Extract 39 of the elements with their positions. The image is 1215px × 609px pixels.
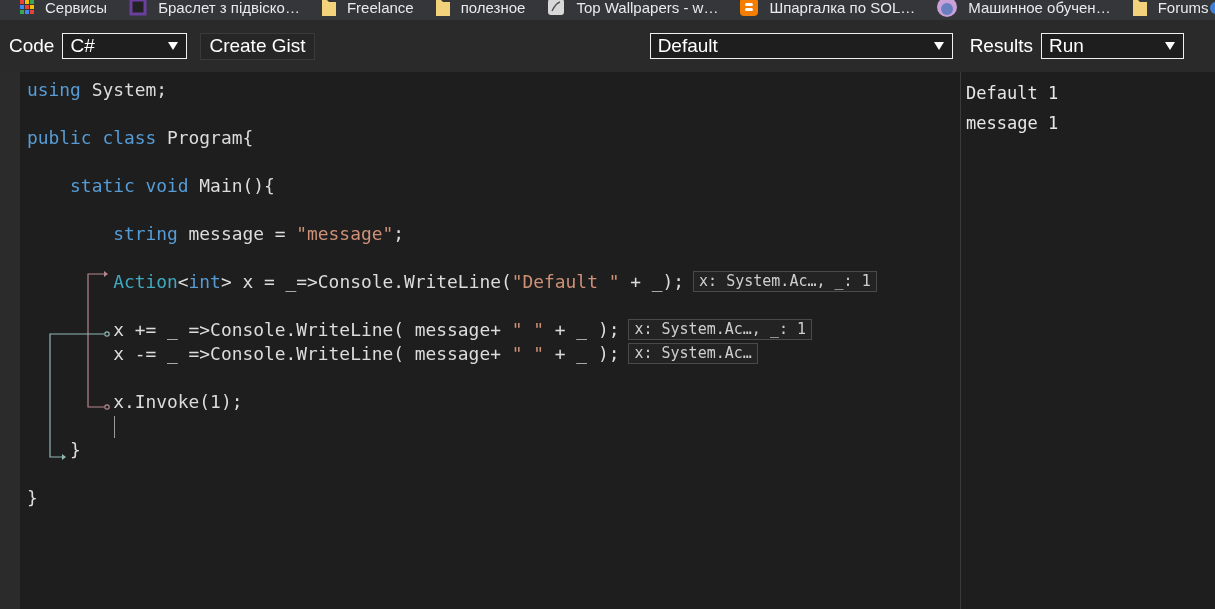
mode-select[interactable]: Default	[649, 33, 953, 59]
apps-grid-icon	[20, 0, 34, 14]
bookmark-link[interactable]: Сервисы	[20, 0, 108, 17]
run-select[interactable]: Run	[1041, 33, 1184, 59]
output-line: Default 1	[966, 82, 1060, 105]
code-line: public class Program{	[27, 126, 254, 148]
code-line: string message = "message";	[112, 222, 404, 244]
bookmark-link[interactable]: Шпаргалка по SOL…	[740, 0, 916, 17]
results-label: Results	[969, 35, 1033, 57]
inlay-hint: x: System.Ac…, _: 1	[693, 270, 877, 292]
bookmark-link[interactable]: полезное	[435, 0, 526, 17]
bookmark-link[interactable]: Top Wallpapers - w…	[547, 0, 719, 17]
code-line: Action<int> x = _=>Console.WriteLine("Default " + _);	[112, 270, 685, 292]
code-label: Code	[9, 35, 55, 57]
code-line: x += _ =>Console.WriteLine( message+ " " + _ );	[112, 318, 620, 340]
inlay-hint: x: System.Ac…	[628, 342, 758, 364]
caret-icon	[1165, 42, 1175, 50]
bookmark-link[interactable]: Forums	[1132, 0, 1209, 17]
code-line: x -= _ =>Console.WriteLine( message+ " " + _ );	[112, 342, 620, 364]
caret-icon	[168, 42, 179, 50]
folder-icon	[435, 0, 450, 16]
output-line: message 1	[966, 112, 1060, 135]
bookmark-link[interactable]: Машинное обучен…	[937, 0, 1111, 17]
code-line: x.Invoke(1);	[112, 390, 243, 412]
language-select[interactable]: C#	[62, 33, 188, 59]
blog-icon	[740, 0, 759, 16]
code-line: static void Main(){	[69, 174, 275, 196]
folder-icon	[1132, 0, 1147, 16]
code-line: }	[69, 438, 81, 460]
bookmark-link[interactable]: Freelance	[321, 0, 414, 17]
text-cursor	[114, 416, 115, 438]
folder-icon	[321, 0, 336, 16]
avatar-icon	[937, 0, 958, 17]
inlay-hint: x: System.Ac…, _: 1	[628, 318, 813, 340]
bookmark-link[interactable]: Браслет з підвіско…	[129, 0, 300, 17]
create-gist-button[interactable]: Create Gist	[200, 32, 315, 60]
code-line: using System;	[27, 78, 168, 100]
code-line: }	[27, 486, 38, 508]
caret-icon	[933, 42, 944, 50]
